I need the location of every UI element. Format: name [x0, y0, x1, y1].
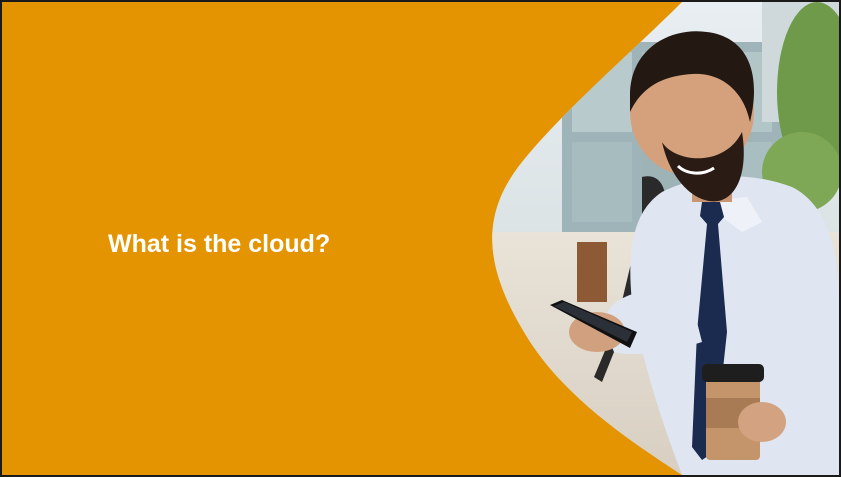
slide-title: What is the cloud?: [108, 230, 331, 258]
slide: What is the cloud?: [0, 0, 841, 477]
